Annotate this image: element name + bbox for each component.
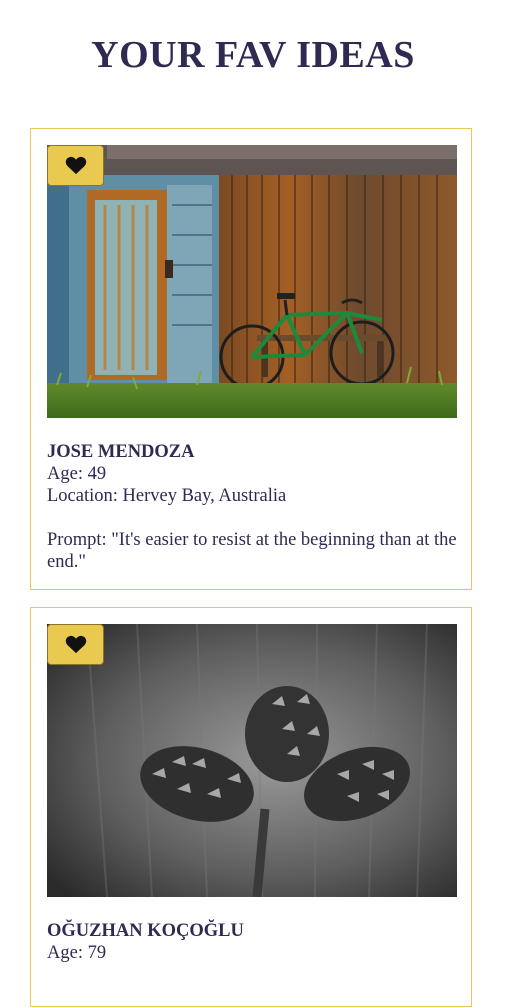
pinecones-photo — [47, 624, 457, 897]
idea-photo — [47, 624, 457, 897]
shed-bicycle-photo — [47, 145, 457, 418]
idea-location: Location: Hervey Bay, Australia — [47, 486, 287, 506]
heart-icon — [65, 156, 86, 175]
favorite-button[interactable] — [47, 624, 104, 665]
heart-icon — [65, 635, 86, 654]
favorite-button[interactable] — [47, 145, 104, 186]
idea-age: Age: 79 — [47, 943, 107, 963]
page-title: YOUR FAV IDEAS — [91, 34, 415, 76]
idea-info: JOSE MENDOZA Age: 49 Location: Hervey Ba… — [47, 441, 457, 573]
idea-name: JOSE MENDOZA — [47, 442, 195, 462]
idea-name: OĞUZHAN KOÇOĞLU — [47, 921, 244, 941]
idea-age: Age: 49 — [47, 464, 107, 484]
idea-card: OĞUZHAN KOÇOĞLU Age: 79 — [30, 607, 472, 1007]
idea-card: JOSE MENDOZA Age: 49 Location: Hervey Ba… — [30, 128, 472, 590]
idea-prompt: Prompt: "It's easier to resist at the be… — [47, 530, 457, 572]
idea-info: OĞUZHAN KOÇOĞLU Age: 79 — [47, 920, 457, 964]
idea-photo — [47, 145, 457, 418]
